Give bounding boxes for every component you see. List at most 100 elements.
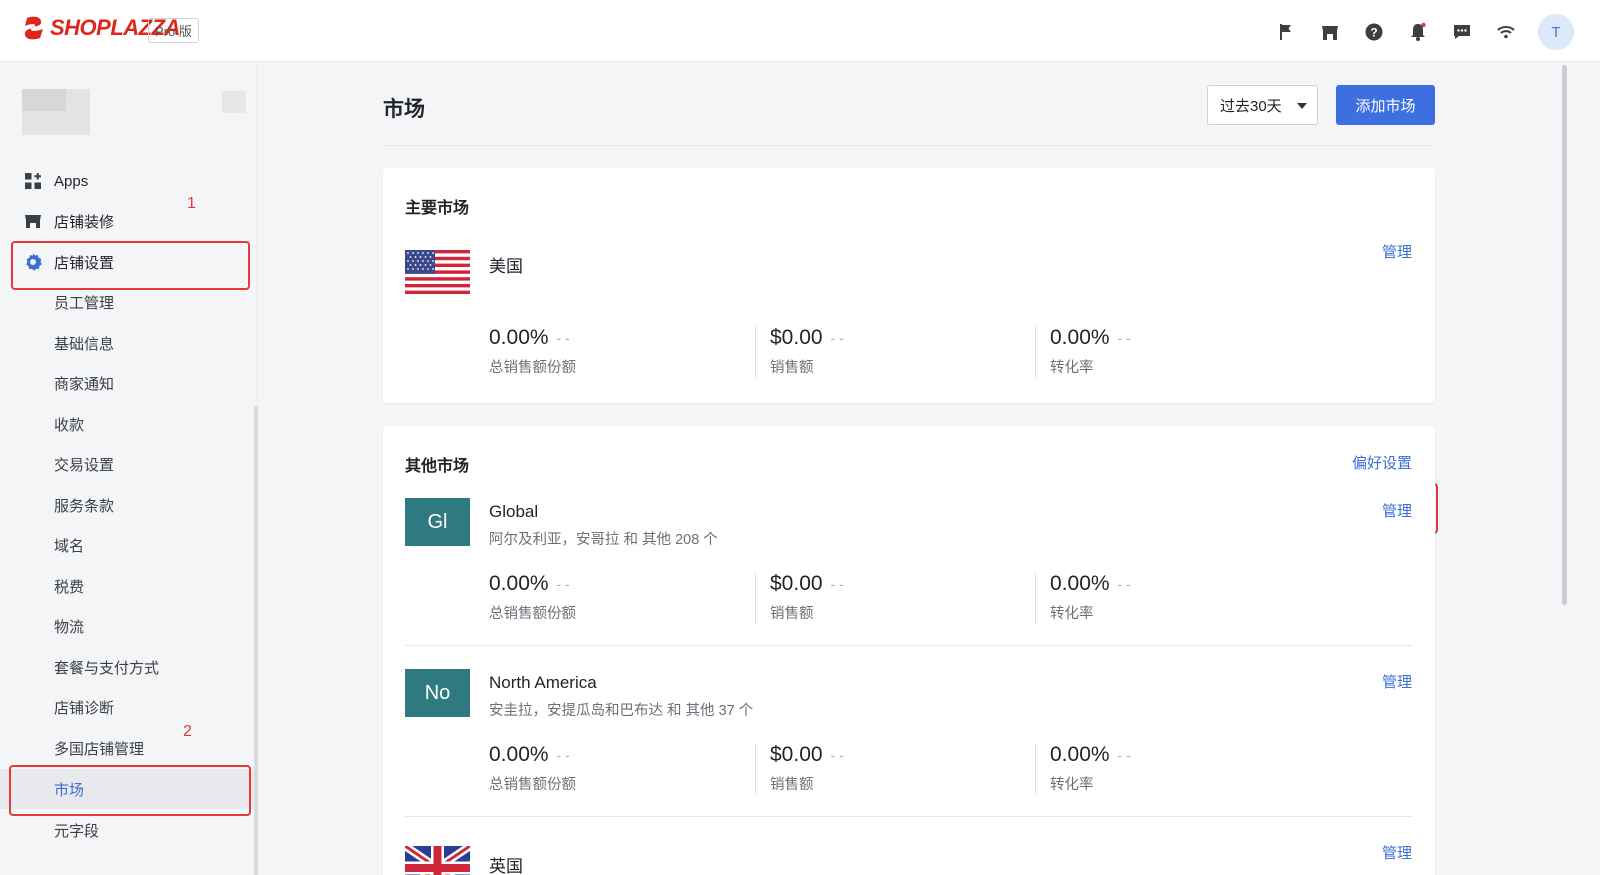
sidebar-subitem-label: 域名 [54,537,85,555]
annotation-box-markets [9,765,251,816]
sidebar-subitem-terms[interactable]: 服务条款 [0,485,258,525]
market-row-uk: 英国 管理 [405,838,1413,875]
primary-market-title: 主要市场 [405,200,470,217]
sidebar-item-store-design[interactable]: 店铺装修 [0,201,258,241]
market-badge: No [405,669,470,717]
add-market-button[interactable]: 添加市场 [1336,85,1435,125]
preferences-link[interactable]: 偏好设置 [1352,452,1412,473]
shoplazza-logo-icon [24,16,43,40]
store-name-blurred [22,89,66,111]
metric-caption: 总销售额份额 [489,606,576,622]
store-icon [24,212,42,230]
market-countries: 安圭拉，安提瓜岛和巴布达 和 其他 37 个 [489,703,754,719]
metric-divider [755,572,756,624]
flag-icon[interactable] [1264,15,1308,49]
metric-caption: 总销售额份额 [489,360,576,376]
main-content: 市场 过去30天 添加市场 主要市场 管理 美国 0.00% - - 总销售额份… [259,63,1600,875]
market-row-global: Gl Global 阿尔及利亚，安哥拉 和 其他 208 个 管理 0.00% -… [405,496,1413,646]
metric-caption: 总销售额份额 [489,777,576,793]
top-actions: ? T [1264,14,1574,50]
us-flag-icon [405,250,470,294]
other-markets-card: 其他市场 偏好设置 Gl Global 阿尔及利亚，安哥拉 和 其他 208 个… [383,426,1435,875]
metric-trend: - - [830,576,844,593]
sidebar-subitem-checkout[interactable]: 交易设置 [0,444,258,484]
bell-icon[interactable] [1396,15,1440,49]
svg-text:?: ? [1370,26,1377,40]
sidebar-item-label: 店铺装修 [54,213,115,231]
sidebar-subitem-domains[interactable]: 域名 [0,525,258,565]
sidebar-subitem-payments[interactable]: 收款 [0,404,258,444]
market-metrics: 0.00% - - 总销售额份额 $0.00 - - 销售额 0.00% - - 转化… [489,743,1389,795]
market-metrics: 0.00% - - 总销售额份额 $0.00 - - 销售额 0.00% - - 转化… [489,572,1389,624]
sidebar-subitem-plans-billing[interactable]: 套餐与支付方式 [0,647,258,687]
chat-icon[interactable] [1440,15,1484,49]
chevron-down-icon [1297,103,1307,109]
north-america-manage-link[interactable]: 管理 [1382,671,1412,692]
sidebar-subitem-taxes[interactable]: 税费 [0,566,258,606]
metric-trend: - - [1117,330,1131,347]
metric-value: 0.00% [489,326,549,349]
metric-value: 0.00% [1050,743,1110,766]
metric-caption: 转化率 [1050,777,1094,793]
sidebar-subitem-label: 店铺诊断 [54,699,115,717]
main-scrollbar[interactable] [1562,65,1567,605]
metric-divider [755,743,756,795]
store-switcher[interactable] [0,67,258,153]
store-menu-blurred [222,91,246,113]
market-name: 英国 [489,857,523,875]
market-name: North America [489,673,597,692]
metric-value: $0.00 [770,326,823,349]
uk-manage-link[interactable]: 管理 [1382,842,1412,863]
metric-trend: - - [1117,747,1131,764]
sidebar-subitem-multi-store[interactable]: 多国店铺管理 [0,728,258,768]
help-icon[interactable]: ? [1352,15,1396,49]
market-countries: 阿尔及利亚，安哥拉 和 其他 208 个 [489,532,718,548]
sidebar-subitem-label: 交易设置 [54,456,115,474]
sidebar-scrollbar[interactable] [254,406,258,875]
market-row-us: 美国 0.00% - - 总销售额份额 $0.00 - - 销售额 0.00% - -… [405,250,1413,390]
sidebar-subitem-label: 套餐与支付方式 [54,659,160,677]
date-range-value: 过去30天 [1220,97,1282,115]
metric-value: 0.00% [1050,572,1110,595]
sidebar-subitem-label: 元字段 [54,822,100,840]
annotation-box-store-settings [11,241,250,290]
sidebar-subitem-label: 收款 [54,416,85,434]
sidebar-subitem-label: 税费 [54,578,85,596]
metric-caption: 销售额 [770,360,814,376]
metric-trend: - - [556,576,570,593]
metric-divider [1035,572,1036,624]
sidebar-subitem-shipping[interactable]: 物流 [0,606,258,646]
metric-value: 0.00% [1050,326,1110,349]
wifi-icon[interactable] [1484,15,1528,49]
sidebar-subitem-label: 多国店铺管理 [54,740,145,758]
sidebar-item-label: Apps [54,172,89,190]
sidebar-subitem-label: 服务条款 [54,497,115,515]
market-badge: Gl [405,498,470,546]
global-manage-link[interactable]: 管理 [1382,500,1412,521]
page-title: 市场 [383,98,425,121]
sidebar-subitem-basic-info[interactable]: 基础信息 [0,323,258,363]
metric-caption: 销售额 [770,606,814,622]
metric-trend: - - [830,747,844,764]
market-divider [405,645,1413,646]
metric-trend: - - [1117,576,1131,593]
metric-value: 0.00% [489,572,549,595]
sidebar-subitem-metafields[interactable]: 元字段 [0,810,258,850]
metric-divider [1035,326,1036,378]
sidebar-subitem-diagnostics[interactable]: 店铺诊断 [0,687,258,727]
uk-flag-icon [405,846,470,875]
store-icon[interactable] [1308,15,1352,49]
metric-value: $0.00 [770,743,823,766]
user-avatar[interactable]: T [1538,14,1574,50]
top-bar: SHOPLAZZA Pro 版 ? T [0,0,1600,62]
metric-value: 0.00% [489,743,549,766]
metric-value: $0.00 [770,572,823,595]
sidebar-subitem-label: 基础信息 [54,335,115,353]
sidebar-item-apps[interactable]: Apps [0,161,258,201]
sidebar-subitem-notifications[interactable]: 商家通知 [0,363,258,403]
annotation-number-1: 1 [187,195,196,212]
date-range-select[interactable]: 过去30天 [1207,85,1318,125]
market-name: 美国 [489,257,523,276]
sidebar: Apps 店铺装修 店铺设置 员工管理 基础信息 商家通知 收款 交易设置 服务… [0,63,258,875]
other-markets-title: 其他市场 [405,458,470,475]
